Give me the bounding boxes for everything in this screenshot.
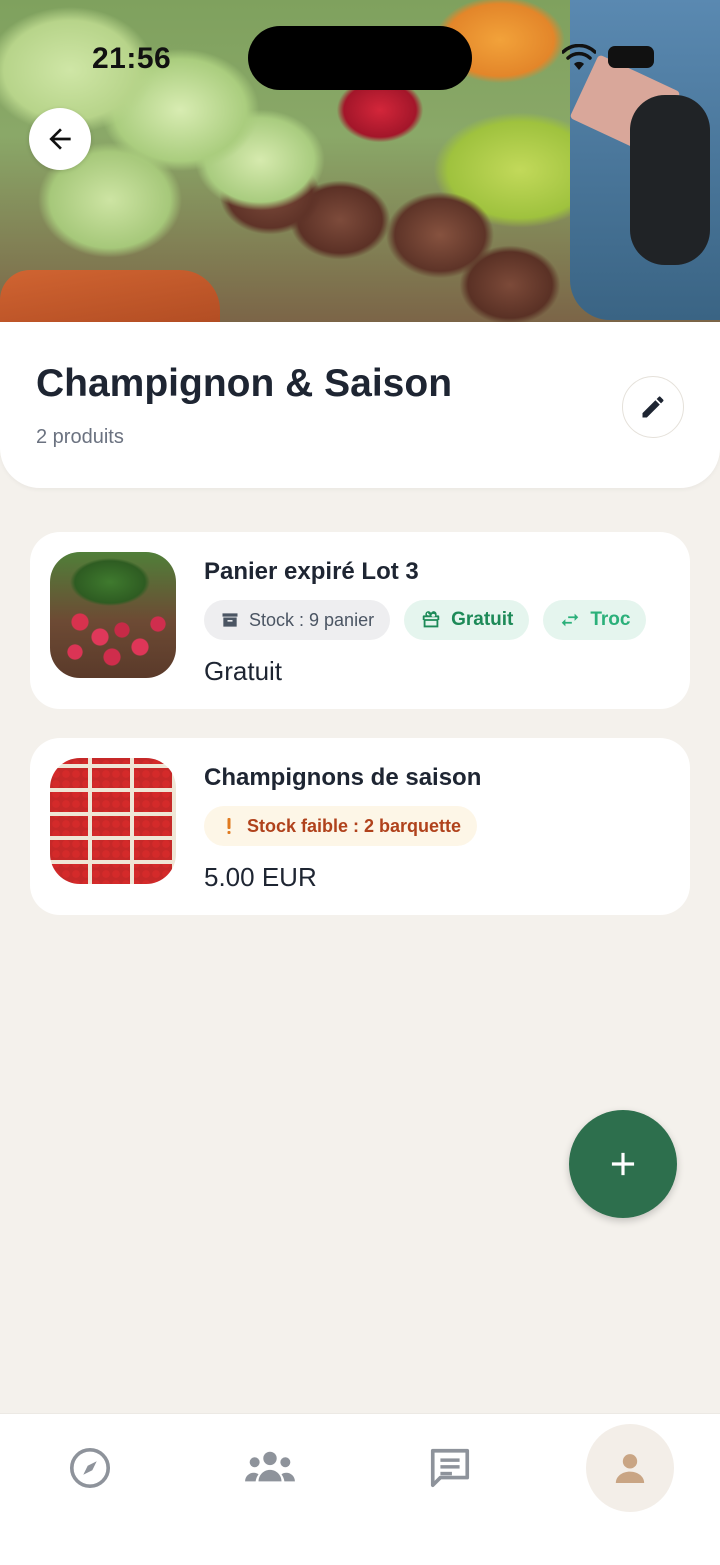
troc-badge: Troc [543,600,647,640]
product-thumbnail [50,552,176,678]
bottom-navigation [0,1413,720,1565]
stock-label: Stock : 9 panier [249,609,375,630]
exclamation-icon [227,818,231,834]
messages-icon [430,1448,470,1488]
product-name: Champignons de saison [204,764,482,791]
nav-messages[interactable] [406,1424,494,1512]
edit-button[interactable] [622,376,684,438]
back-button[interactable] [29,108,91,170]
community-icon [245,1451,295,1482]
product-tags: Stock faible : 2 barquette [204,806,478,846]
plus-icon [611,1152,635,1176]
product-card[interactable]: Champignons de saison Stock faible : 2 b… [30,738,690,915]
product-count: 2 produits [36,426,124,448]
page-title: Champignon & Saison [36,362,453,405]
nav-profile[interactable] [586,1424,674,1512]
product-price: Gratuit [204,656,283,686]
gift-icon [422,611,440,628]
product-price: 5.00 EUR [204,862,317,892]
product-tags: Stock : 9 panier Gratuit Troc [204,600,647,640]
low-stock-badge: Stock faible : 2 barquette [204,806,478,846]
dynamic-island [248,26,472,90]
free-badge: Gratuit [404,600,530,640]
arrow-left-icon [49,128,71,150]
product-name: Panier expiré Lot 3 [204,558,419,585]
hero-carrots [0,270,220,325]
battery-icon [608,46,654,68]
stock-badge: Stock : 9 panier [204,600,391,640]
swap-icon [562,613,579,627]
product-thumbnail [50,758,176,884]
compass-icon [69,1447,111,1489]
profile-icon [615,1454,645,1483]
troc-label: Troc [590,609,631,630]
hero-glove [630,95,710,265]
pencil-icon [642,396,664,418]
product-card[interactable]: Panier expiré Lot 3 Stock : 9 panier Gra… [30,532,690,709]
archive-icon [222,613,238,627]
status-time: 21:56 [92,42,172,75]
wifi-icon [562,44,596,70]
nav-community[interactable] [226,1424,314,1512]
add-product-button[interactable] [569,1110,677,1218]
free-label: Gratuit [451,609,514,630]
low-stock-label: Stock faible : 2 barquette [247,815,462,836]
nav-explore[interactable] [46,1424,134,1512]
